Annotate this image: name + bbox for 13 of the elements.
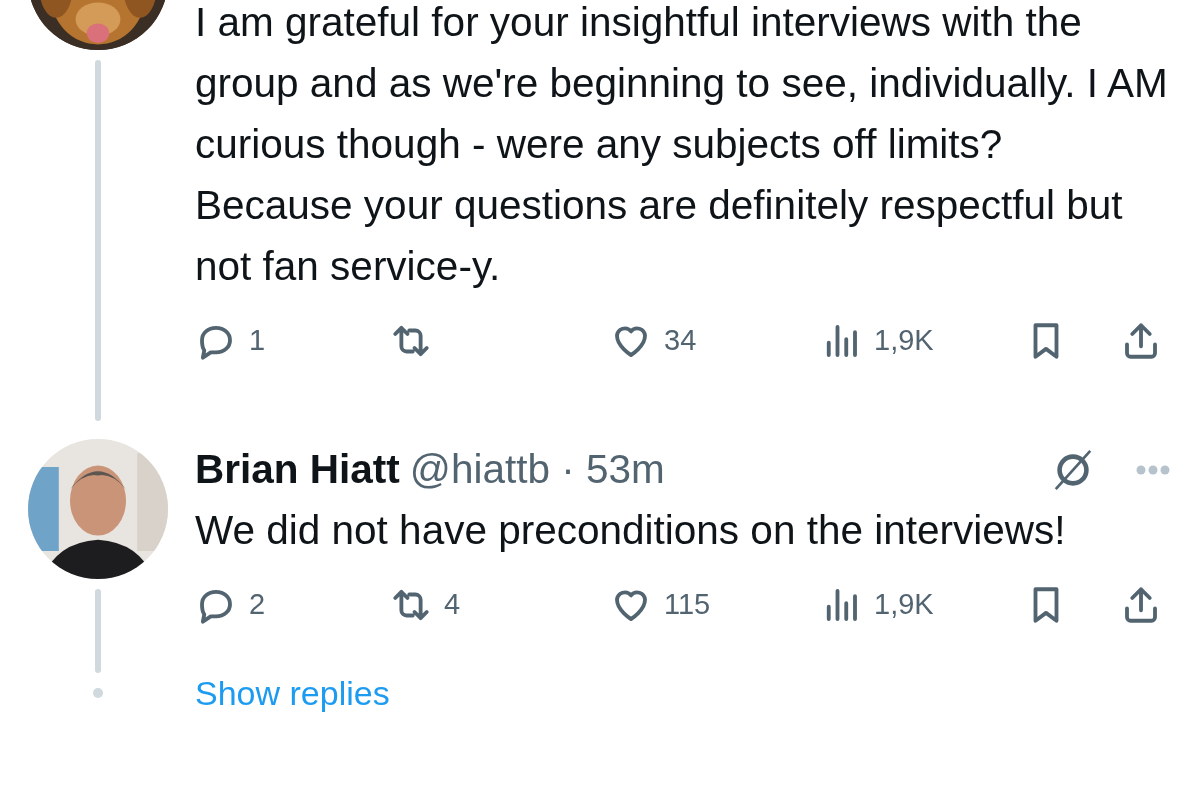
count-label: 2 xyxy=(249,587,266,623)
tweet-text: I am grateful for your insightful interviews with the group and as we're beginning to see, individually. I AM curious though - were any subjects off limits? Because your questions are definitely respectful but not fan service-y. xyxy=(195,0,1169,291)
thread-dot xyxy=(92,688,103,698)
count-label: 1 xyxy=(249,323,266,359)
show-replies-link[interactable]: Show replies xyxy=(195,673,390,713)
handle-and-time: @hiattb · 53m xyxy=(409,445,665,494)
count-label: 1,9K xyxy=(874,323,934,359)
count-label: 1,9K xyxy=(874,587,934,623)
count-label: 4 xyxy=(444,587,461,623)
count-label: 34 xyxy=(664,323,697,359)
user-name: Brian Hiatt xyxy=(195,445,400,494)
tweet-text: We did not have preconditions on the interviews! xyxy=(195,506,1067,555)
count-label: 115 xyxy=(664,587,711,623)
